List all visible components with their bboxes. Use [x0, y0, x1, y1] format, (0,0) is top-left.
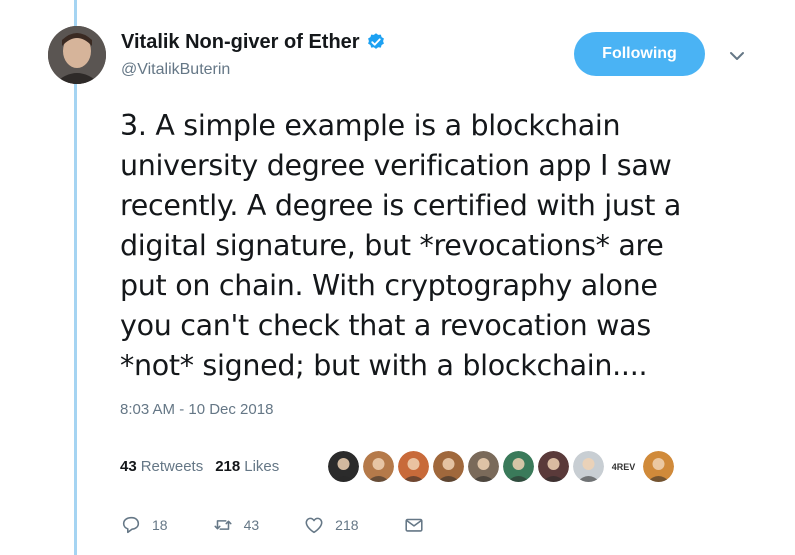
tweet-timestamp[interactable]: 8:03 AM - 10 Dec 2018	[120, 401, 273, 418]
avatar-image	[48, 26, 106, 84]
retweet-count: 43	[243, 517, 260, 533]
reply-count: 18	[152, 517, 168, 533]
author-block: Vitalik Non-giver of Ether @VitalikButer…	[121, 30, 386, 80]
liker-avatar[interactable]	[433, 451, 464, 482]
retweets-label: Retweets	[140, 458, 204, 475]
liker-avatar[interactable]	[468, 451, 499, 482]
like-count: 218	[335, 517, 359, 533]
following-button[interactable]: Following	[574, 32, 705, 76]
liker-avatar[interactable]	[363, 451, 394, 482]
liker-avatar[interactable]	[538, 451, 569, 482]
liker-avatar[interactable]: 4REV	[608, 451, 639, 482]
liker-avatar[interactable]	[573, 451, 604, 482]
svg-text:4REV: 4REV	[612, 462, 636, 472]
liker-avatar[interactable]	[503, 451, 534, 482]
chevron-down-icon[interactable]	[728, 50, 746, 62]
tweet-text: 3. A simple example is a blockchain univ…	[120, 109, 682, 382]
reply-button[interactable]: 18	[120, 514, 168, 536]
likes-count: 218	[215, 458, 241, 475]
tweet-actions: 18 43 218	[120, 514, 469, 536]
verified-badge-icon	[367, 33, 384, 49]
liker-avatar[interactable]	[398, 451, 429, 482]
retweet-icon	[214, 520, 232, 530]
reply-icon	[122, 516, 140, 534]
retweet-button[interactable]: 43	[212, 514, 260, 536]
envelope-icon	[404, 518, 423, 532]
direct-message-button[interactable]	[403, 514, 425, 536]
liker-avatar[interactable]	[643, 451, 674, 482]
retweets-stat[interactable]: 43 Retweets	[120, 458, 203, 475]
avatar[interactable]	[48, 26, 106, 84]
likes-label: Likes	[244, 458, 280, 475]
handle[interactable]: @VitalikButerin	[121, 60, 386, 80]
likes-stat[interactable]: 218 Likes	[215, 458, 279, 475]
tweet-stats: 43 Retweets 218 Likes	[120, 458, 291, 475]
heart-icon	[305, 517, 323, 534]
retweets-count: 43	[120, 458, 137, 475]
display-name[interactable]: Vitalik Non-giver of Ether	[121, 30, 360, 54]
author-name-row: Vitalik Non-giver of Ether	[121, 30, 386, 54]
liker-avatars: 4REV	[328, 451, 674, 482]
liker-avatar[interactable]	[328, 451, 359, 482]
like-button[interactable]: 218	[303, 514, 359, 536]
